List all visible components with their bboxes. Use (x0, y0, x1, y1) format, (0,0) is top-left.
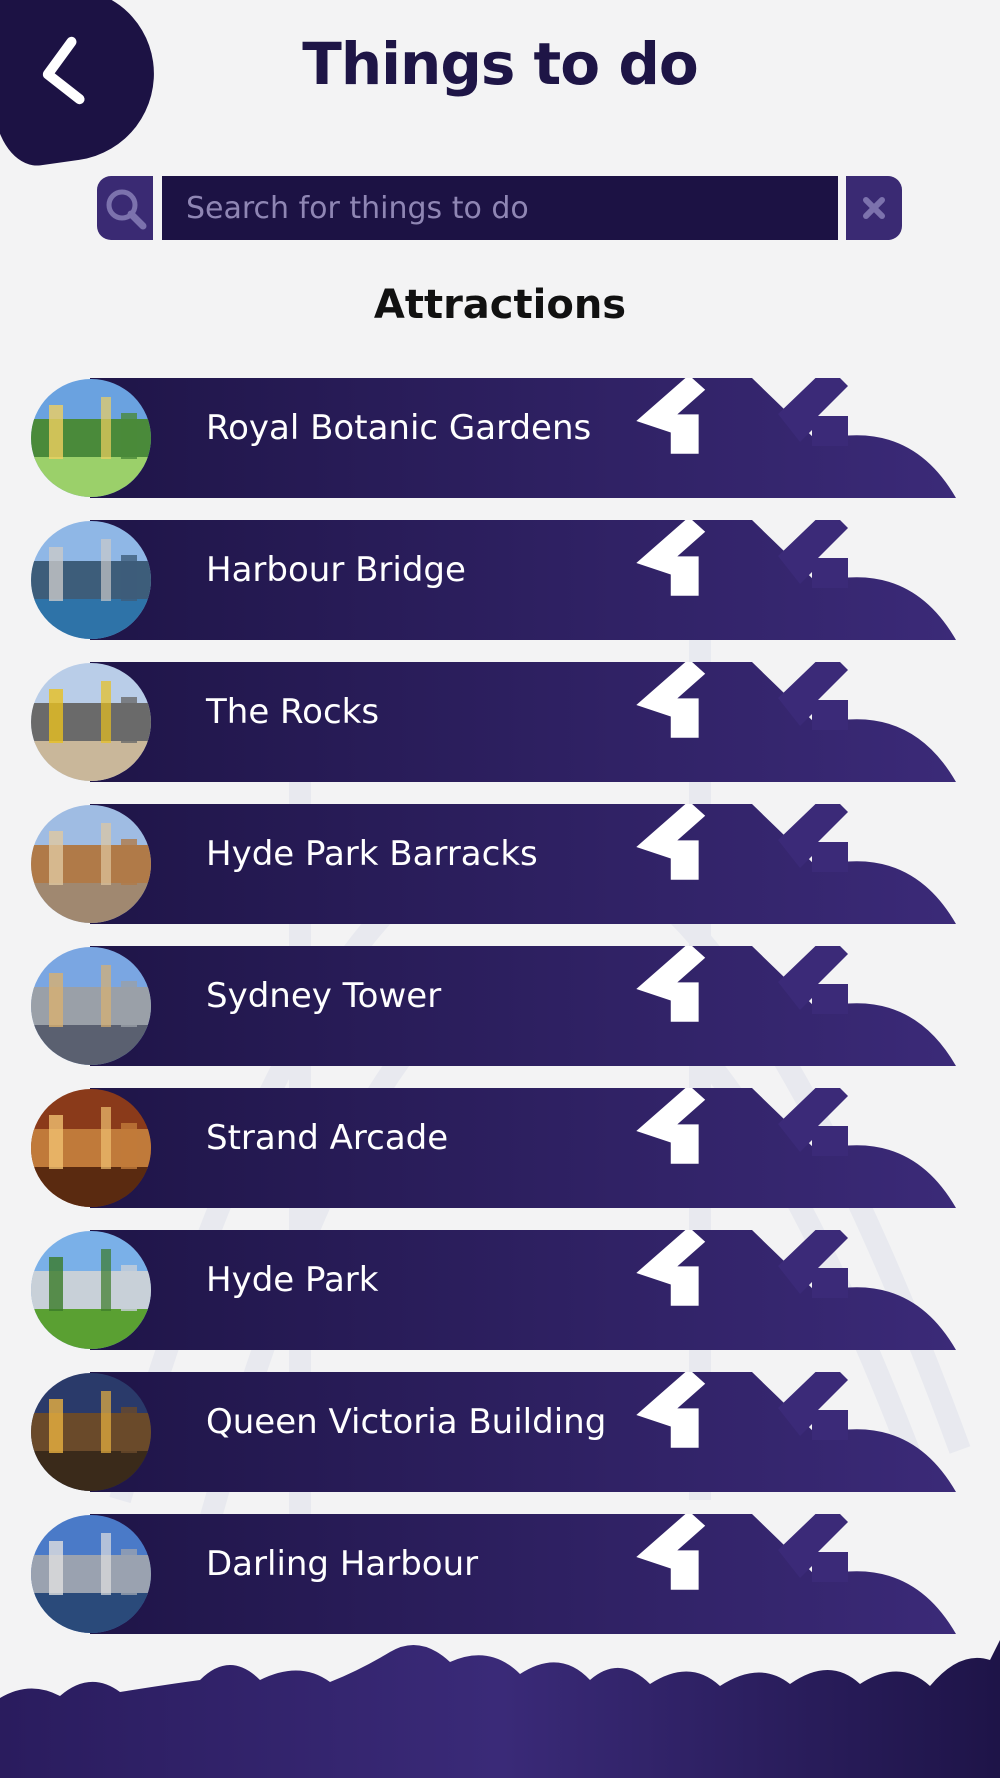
search-icon-button[interactable] (97, 176, 153, 240)
attraction-photo (31, 947, 151, 1065)
attraction-name: Hyde Park Barracks (206, 834, 538, 874)
attraction-name: Hyde Park (206, 1260, 379, 1300)
section-heading: Attractions (373, 282, 627, 328)
attraction-name: Royal Botanic Gardens (206, 408, 592, 448)
attraction-banner (90, 1514, 956, 1634)
attraction-banner (90, 1088, 956, 1208)
attraction-photo (31, 1089, 151, 1207)
attraction-photo (31, 663, 151, 781)
attraction-name: The Rocks (206, 692, 380, 732)
attraction-row[interactable]: Sydney Tower (30, 946, 956, 1066)
close-icon (863, 197, 885, 219)
search-input[interactable] (162, 176, 838, 240)
attraction-name: Darling Harbour (206, 1544, 479, 1584)
attraction-photo (31, 1515, 151, 1633)
attraction-banner (90, 1230, 956, 1350)
attraction-photo (31, 379, 151, 497)
attraction-banner (90, 520, 956, 640)
attraction-photo (31, 1373, 151, 1491)
attraction-row[interactable]: Darling Harbour (30, 1514, 956, 1634)
attraction-photo (31, 521, 151, 639)
attraction-row[interactable]: Hyde Park (30, 1230, 956, 1350)
attraction-photo (31, 805, 151, 923)
page-title: Things to do (302, 30, 698, 98)
attraction-name: Sydney Tower (206, 976, 442, 1016)
clear-search-button[interactable] (846, 176, 902, 240)
attraction-banner (90, 662, 956, 782)
attraction-row[interactable]: Harbour Bridge (30, 520, 956, 640)
search-icon (106, 189, 147, 230)
attraction-name: Queen Victoria Building (206, 1402, 607, 1442)
attraction-row[interactable]: Royal Botanic Gardens (30, 378, 956, 498)
attraction-name: Harbour Bridge (206, 550, 466, 590)
attraction-row[interactable]: Hyde Park Barracks (30, 804, 956, 924)
attraction-row[interactable]: Queen Victoria Building (30, 1372, 956, 1492)
attraction-row[interactable]: The Rocks (30, 662, 956, 782)
attraction-row[interactable]: Strand Arcade (30, 1088, 956, 1208)
attraction-photo (31, 1231, 151, 1349)
footer-decoration (0, 1640, 1000, 1778)
attraction-banner (90, 946, 956, 1066)
attraction-name: Strand Arcade (206, 1118, 449, 1158)
